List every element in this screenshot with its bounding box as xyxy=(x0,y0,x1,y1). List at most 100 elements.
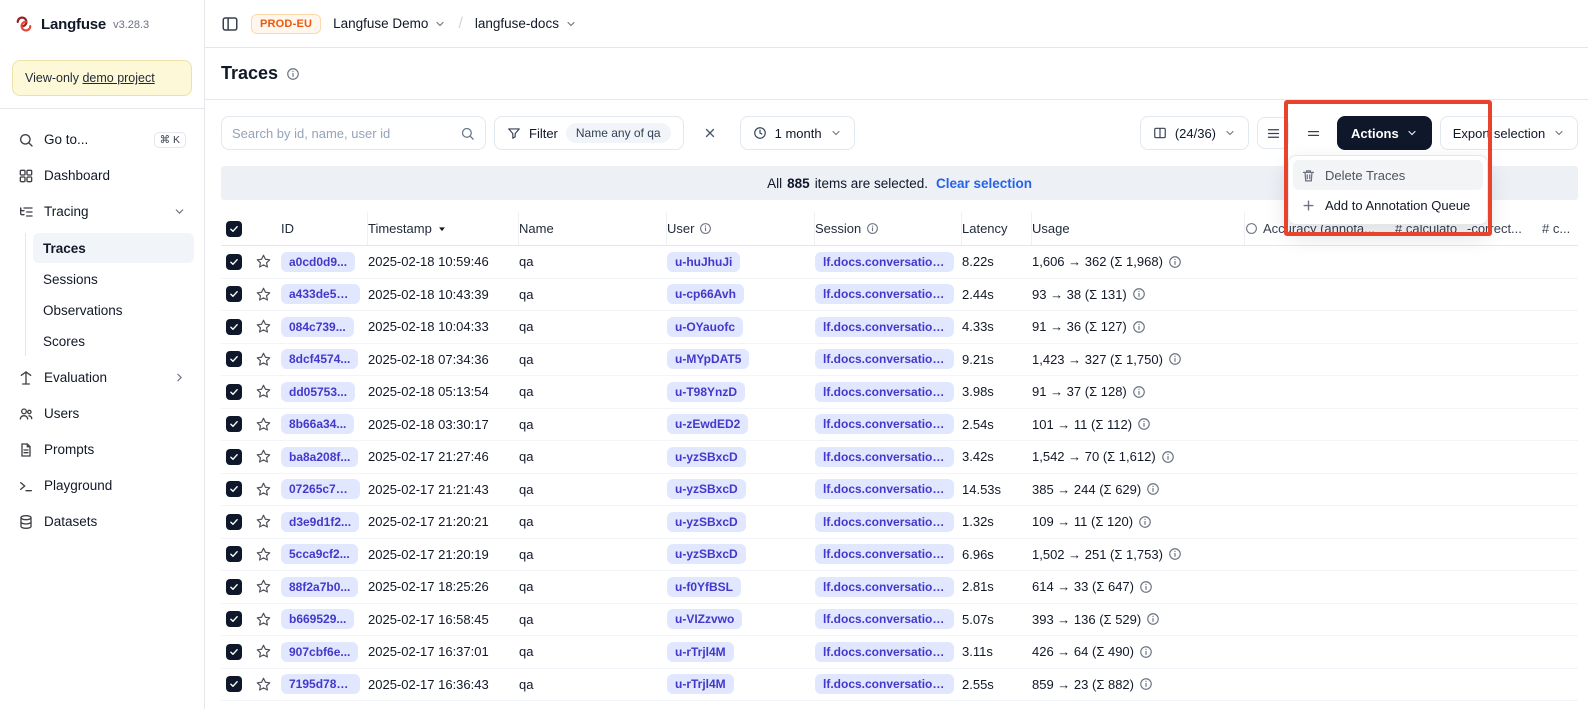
trace-id-badge[interactable]: dd05753... xyxy=(281,382,355,402)
row-checkbox[interactable] xyxy=(226,611,242,627)
user-badge[interactable]: u-zEwdED2 xyxy=(667,414,748,434)
sidebar-item-users[interactable]: Users xyxy=(10,397,194,430)
session-badge[interactable]: lf.docs.conversation... xyxy=(815,609,954,629)
row-height-medium-button[interactable] xyxy=(1297,117,1329,149)
star-icon[interactable] xyxy=(255,448,272,465)
demo-project-link[interactable]: demo project xyxy=(82,71,154,85)
user-badge[interactable]: u-MYpDAT5 xyxy=(667,349,749,369)
table-row[interactable]: d3e9d1f2... 2025-02-17 21:20:21 qa u-yzS… xyxy=(221,506,1578,539)
star-icon[interactable] xyxy=(255,513,272,530)
info-icon[interactable] xyxy=(1146,482,1160,496)
sidebar-item-dashboard[interactable]: Dashboard xyxy=(10,159,194,192)
row-checkbox[interactable] xyxy=(226,319,242,335)
search-input[interactable] xyxy=(232,126,452,141)
row-checkbox[interactable] xyxy=(226,416,242,432)
info-icon[interactable] xyxy=(1168,547,1182,561)
session-badge[interactable]: lf.docs.conversation... xyxy=(815,642,954,662)
session-badge[interactable]: lf.docs.conversation... xyxy=(815,479,954,499)
trace-id-badge[interactable]: b669529... xyxy=(281,609,354,629)
star-icon[interactable] xyxy=(255,643,272,660)
session-badge[interactable]: lf.docs.conversation... xyxy=(815,252,954,272)
user-badge[interactable]: u-f0YfBSL xyxy=(667,577,741,597)
project-selector[interactable]: langfuse-docs xyxy=(475,16,577,31)
session-badge[interactable]: lf.docs.conversation... xyxy=(815,414,954,434)
trace-id-badge[interactable]: 07265c7a... xyxy=(281,479,360,499)
user-badge[interactable]: u-cp66Avh xyxy=(667,284,744,304)
info-icon[interactable] xyxy=(1146,612,1160,626)
column-header-usage[interactable]: Usage xyxy=(1032,212,1245,245)
info-icon[interactable] xyxy=(1139,677,1153,691)
user-badge[interactable]: u-rTrjl4M xyxy=(667,642,734,662)
trace-id-badge[interactable]: 5cca9cf2... xyxy=(281,544,358,564)
sidebar-item-evaluation[interactable]: Evaluation xyxy=(10,361,194,394)
table-row[interactable]: 907cbf6e... 2025-02-17 16:37:01 qa u-rTr… xyxy=(221,636,1578,669)
row-checkbox[interactable] xyxy=(226,481,242,497)
sidebar-item-datasets[interactable]: Datasets xyxy=(10,505,194,538)
star-icon[interactable] xyxy=(255,578,272,595)
session-badge[interactable]: lf.docs.conversation... xyxy=(815,349,954,369)
search-box[interactable] xyxy=(221,116,486,150)
info-icon[interactable] xyxy=(1161,450,1175,464)
row-checkbox[interactable] xyxy=(226,449,242,465)
row-checkbox[interactable] xyxy=(226,514,242,530)
trace-id-badge[interactable]: 084c739... xyxy=(281,317,354,337)
menu-item-add-to-annotation-queue[interactable]: Add to Annotation Queue xyxy=(1293,190,1483,220)
row-checkbox[interactable] xyxy=(226,286,242,302)
column-header-session[interactable]: Session xyxy=(815,212,962,245)
session-badge[interactable]: lf.docs.conversation... xyxy=(815,284,954,304)
menu-item-delete-traces[interactable]: Delete Traces xyxy=(1293,160,1483,190)
row-checkbox[interactable] xyxy=(226,676,242,692)
session-badge[interactable]: lf.docs.conversation... xyxy=(815,512,954,532)
user-badge[interactable]: u-rTrjl4M xyxy=(667,674,734,694)
info-icon[interactable] xyxy=(1139,580,1153,594)
columns-button[interactable]: (24/36) xyxy=(1140,116,1249,150)
export-selection-button[interactable]: Export selection xyxy=(1440,116,1579,150)
star-icon[interactable] xyxy=(255,611,272,628)
select-all-checkbox[interactable] xyxy=(226,221,242,237)
sidebar-item-observations[interactable]: Observations xyxy=(33,295,194,325)
time-range-button[interactable]: 1 month xyxy=(740,116,855,150)
column-header-timestamp[interactable]: Timestamp xyxy=(368,212,519,245)
trace-id-badge[interactable]: 88f2a7b0... xyxy=(281,577,358,597)
sidebar-item-traces[interactable]: Traces xyxy=(33,233,194,263)
trace-id-badge[interactable]: 7195d78e... xyxy=(281,674,360,694)
star-icon[interactable] xyxy=(255,383,272,400)
star-icon[interactable] xyxy=(255,416,272,433)
info-icon[interactable] xyxy=(1168,352,1182,366)
column-header-user[interactable]: User xyxy=(667,212,815,245)
session-badge[interactable]: lf.docs.conversation... xyxy=(815,674,954,694)
sidebar-item-scores[interactable]: Scores xyxy=(33,326,194,356)
sidebar-item-prompts[interactable]: Prompts xyxy=(10,433,194,466)
trace-id-badge[interactable]: a433de51... xyxy=(281,284,360,304)
trace-id-badge[interactable]: ba8a208f... xyxy=(281,447,358,467)
column-header-latency[interactable]: Latency xyxy=(962,212,1032,245)
trace-id-badge[interactable]: d3e9d1f2... xyxy=(281,512,359,532)
table-row[interactable]: 084c739... 2025-02-18 10:04:33 qa u-OYau… xyxy=(221,311,1578,344)
user-badge[interactable]: u-yzSBxcD xyxy=(667,512,746,532)
info-icon[interactable] xyxy=(1168,255,1182,269)
row-checkbox[interactable] xyxy=(226,546,242,562)
info-icon[interactable] xyxy=(1138,515,1152,529)
trace-id-badge[interactable]: 8dcf4574... xyxy=(281,349,358,369)
user-badge[interactable]: u-T98YnzD xyxy=(667,382,745,402)
info-icon[interactable] xyxy=(1132,287,1146,301)
info-icon[interactable] xyxy=(1132,320,1146,334)
filter-button[interactable]: Filter Name any of qa xyxy=(494,116,684,150)
session-badge[interactable]: lf.docs.conversation... xyxy=(815,544,954,564)
column-header-score-4[interactable]: # c... xyxy=(1542,212,1578,245)
row-checkbox[interactable] xyxy=(226,579,242,595)
user-badge[interactable]: u-VIZzvwo xyxy=(667,609,742,629)
sidebar-item-tracing[interactable]: Tracing xyxy=(10,195,194,228)
table-row[interactable]: 07265c7a... 2025-02-17 21:21:43 qa u-yzS… xyxy=(221,474,1578,507)
table-row[interactable]: ba8a208f... 2025-02-17 21:27:46 qa u-yzS… xyxy=(221,441,1578,474)
table-row[interactable]: 88f2a7b0... 2025-02-17 18:25:26 qa u-f0Y… xyxy=(221,571,1578,604)
row-checkbox[interactable] xyxy=(226,644,242,660)
table-row[interactable]: 7195d78e... 2025-02-17 16:36:43 qa u-rTr… xyxy=(221,669,1578,702)
actions-button[interactable]: Actions xyxy=(1337,116,1432,150)
user-badge[interactable]: u-yzSBxcD xyxy=(667,479,746,499)
info-icon[interactable] xyxy=(1139,645,1153,659)
star-icon[interactable] xyxy=(255,253,272,270)
session-badge[interactable]: lf.docs.conversation... xyxy=(815,577,954,597)
table-row[interactable]: a433de51... 2025-02-18 10:43:39 qa u-cp6… xyxy=(221,279,1578,312)
row-height-small-button[interactable] xyxy=(1257,117,1289,149)
